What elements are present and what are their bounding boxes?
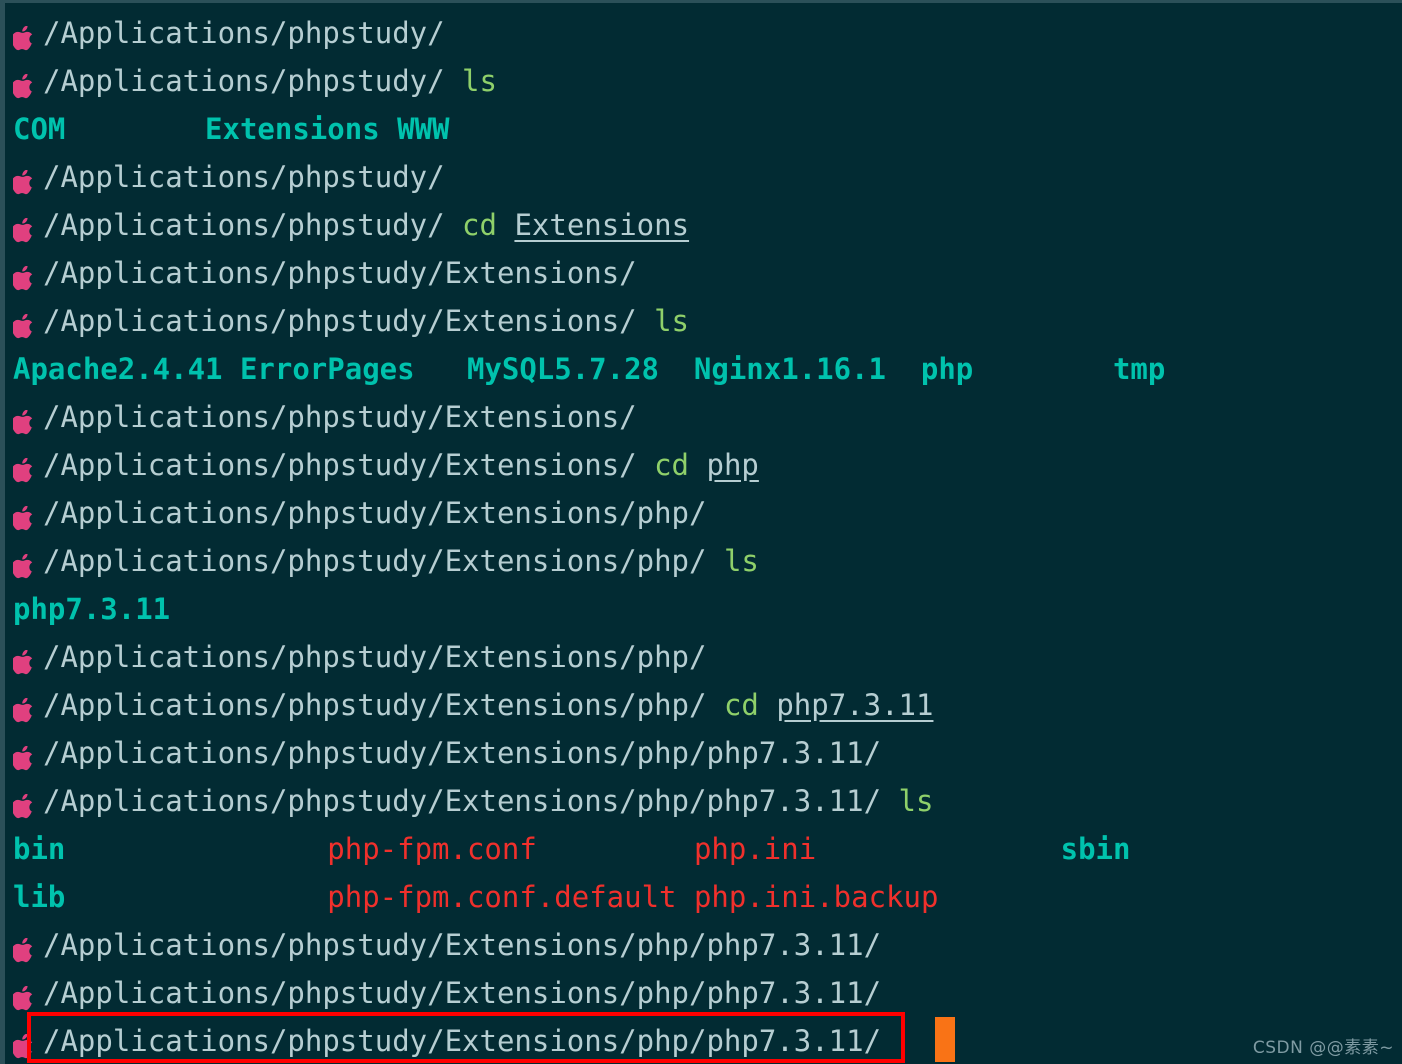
terminal-prompt-line: /Applications/phpstudy/Extensions/php/ph… [13,969,881,1017]
command-name: cd [723,688,759,722]
apple-logo-icon [13,734,43,782]
prompt-path: /Applications/phpstudy/Extensions/php/ [43,544,707,578]
command-argument: Extensions [514,208,690,242]
terminal-prompt-line: /Applications/phpstudy/Extensions/php/ph… [13,1017,881,1064]
block-cursor [935,1017,955,1062]
prompt-spacer [637,448,654,482]
prompt-path: /Applications/phpstudy/Extensions/ [43,448,637,482]
prompt-path: /Applications/phpstudy/ [43,64,445,98]
prompt-spacer [881,784,898,818]
file-entry: php-fpm.conf.default [327,880,677,914]
prompt-spacer [445,64,462,98]
apple-logo-icon [13,494,43,542]
terminal-prompt-line: /Applications/phpstudy/ cd Extensions [13,201,689,249]
command-name: cd [654,448,690,482]
terminal-prompt-line: /Applications/phpstudy/Extensions/php/ph… [13,921,881,969]
terminal-prompt-line: /Applications/phpstudy/ ls [13,57,497,105]
command-name: cd [462,208,497,242]
prompt-spacer [706,688,723,722]
listing-gap [537,832,694,866]
directory-entry: lib [13,880,66,914]
prompt-spacer [445,208,462,242]
terminal-prompt-line: /Applications/phpstudy/Extensions/ [13,393,637,441]
terminal-output-line: php7.3.11 [13,585,170,633]
terminal-prompt-line: /Applications/phpstudy/Extensions/php/ [13,489,706,537]
command-argument: php [706,448,759,482]
terminal-output-line: COM Extensions WWW [13,105,450,153]
arg-spacer [759,688,776,722]
apple-logo-icon [13,446,43,494]
file-entry: php.ini [693,832,817,866]
apple-logo-icon [13,302,43,350]
listing-gap [677,880,694,914]
apple-logo-icon [13,14,43,62]
prompt-path: /Applications/phpstudy/Extensions/php/ph… [43,928,882,962]
file-entry: php-fpm.conf [327,832,537,866]
apple-logo-icon [13,158,43,206]
prompt-path: /Applications/phpstudy/Extensions/php/ph… [43,1024,882,1058]
command-argument: php7.3.11 [776,688,934,722]
prompt-path: /Applications/phpstudy/Extensions/ [43,304,637,338]
prompt-path: /Applications/phpstudy/ [43,208,445,242]
command-name: ls [723,544,759,578]
terminal-prompt-line: /Applications/phpstudy/Extensions/php/ l… [13,537,759,585]
apple-logo-icon [13,1022,43,1064]
terminal-window[interactable]: /Applications/phpstudy//Applications/php… [0,0,1402,1064]
apple-logo-icon [13,398,43,446]
arg-spacer [689,448,706,482]
prompt-spacer [706,544,723,578]
prompt-path: /Applications/phpstudy/Extensions/php/ [43,688,707,722]
apple-logo-icon [13,638,43,686]
listing-gap [816,832,1060,866]
listing-gap [65,832,327,866]
terminal-prompt-line: /Applications/phpstudy/Extensions/php/ [13,633,706,681]
watermark-label: CSDN @@素素~ [1252,1038,1394,1058]
apple-logo-icon [13,782,43,830]
directory-entry: bin [13,832,66,866]
prompt-path: /Applications/phpstudy/Extensions/php/ph… [43,784,882,818]
prompt-path: /Applications/phpstudy/ [43,16,445,50]
terminal-prompt-line: /Applications/phpstudy/Extensions/php/ph… [13,729,881,777]
apple-logo-icon [13,206,43,254]
file-entry: php.ini.backup [693,880,939,914]
listing-gap [65,880,327,914]
directory-entry: sbin [1060,832,1131,866]
prompt-path: /Applications/phpstudy/Extensions/php/ph… [43,976,882,1010]
command-name: ls [898,784,934,818]
apple-logo-icon [13,974,43,1022]
terminal-output-line: Apache2.4.41 ErrorPages MySQL5.7.28 Ngin… [13,345,1165,393]
terminal-prompt-line: /Applications/phpstudy/Extensions/php/ c… [13,681,933,729]
terminal-prompt-line: /Applications/phpstudy/ [13,9,445,57]
apple-logo-icon [13,254,43,302]
terminal-prompt-line: /Applications/phpstudy/Extensions/ [13,249,637,297]
apple-logo-icon [13,542,43,590]
prompt-path: /Applications/phpstudy/Extensions/ [43,256,637,290]
prompt-path: /Applications/phpstudy/ [43,160,445,194]
prompt-spacer [637,304,654,338]
arg-spacer [497,208,514,242]
terminal-output-line: lib php-fpm.conf.default php.ini.backup [13,873,938,921]
apple-logo-icon [13,686,43,734]
prompt-path: /Applications/phpstudy/Extensions/ [43,400,637,434]
terminal-output-line: bin php-fpm.conf php.ini sbin [13,825,1130,873]
terminal-prompt-line: /Applications/phpstudy/ [13,153,445,201]
prompt-path: /Applications/phpstudy/Extensions/php/ [43,640,707,674]
command-name: ls [462,64,497,98]
directory-listing: Apache2.4.41 ErrorPages MySQL5.7.28 Ngin… [13,352,1166,386]
apple-logo-icon [13,62,43,110]
directory-listing: php7.3.11 [13,592,171,626]
prompt-path: /Applications/phpstudy/Extensions/php/ph… [43,736,882,770]
apple-logo-icon [13,926,43,974]
terminal-prompt-line: /Applications/phpstudy/Extensions/ ls [13,297,689,345]
command-name: ls [654,304,690,338]
terminal-prompt-line: /Applications/phpstudy/Extensions/ cd ph… [13,441,759,489]
directory-listing: COM Extensions WWW [13,112,450,146]
terminal-prompt-line: /Applications/phpstudy/Extensions/php/ph… [13,777,933,825]
prompt-path: /Applications/phpstudy/Extensions/php/ [43,496,707,530]
